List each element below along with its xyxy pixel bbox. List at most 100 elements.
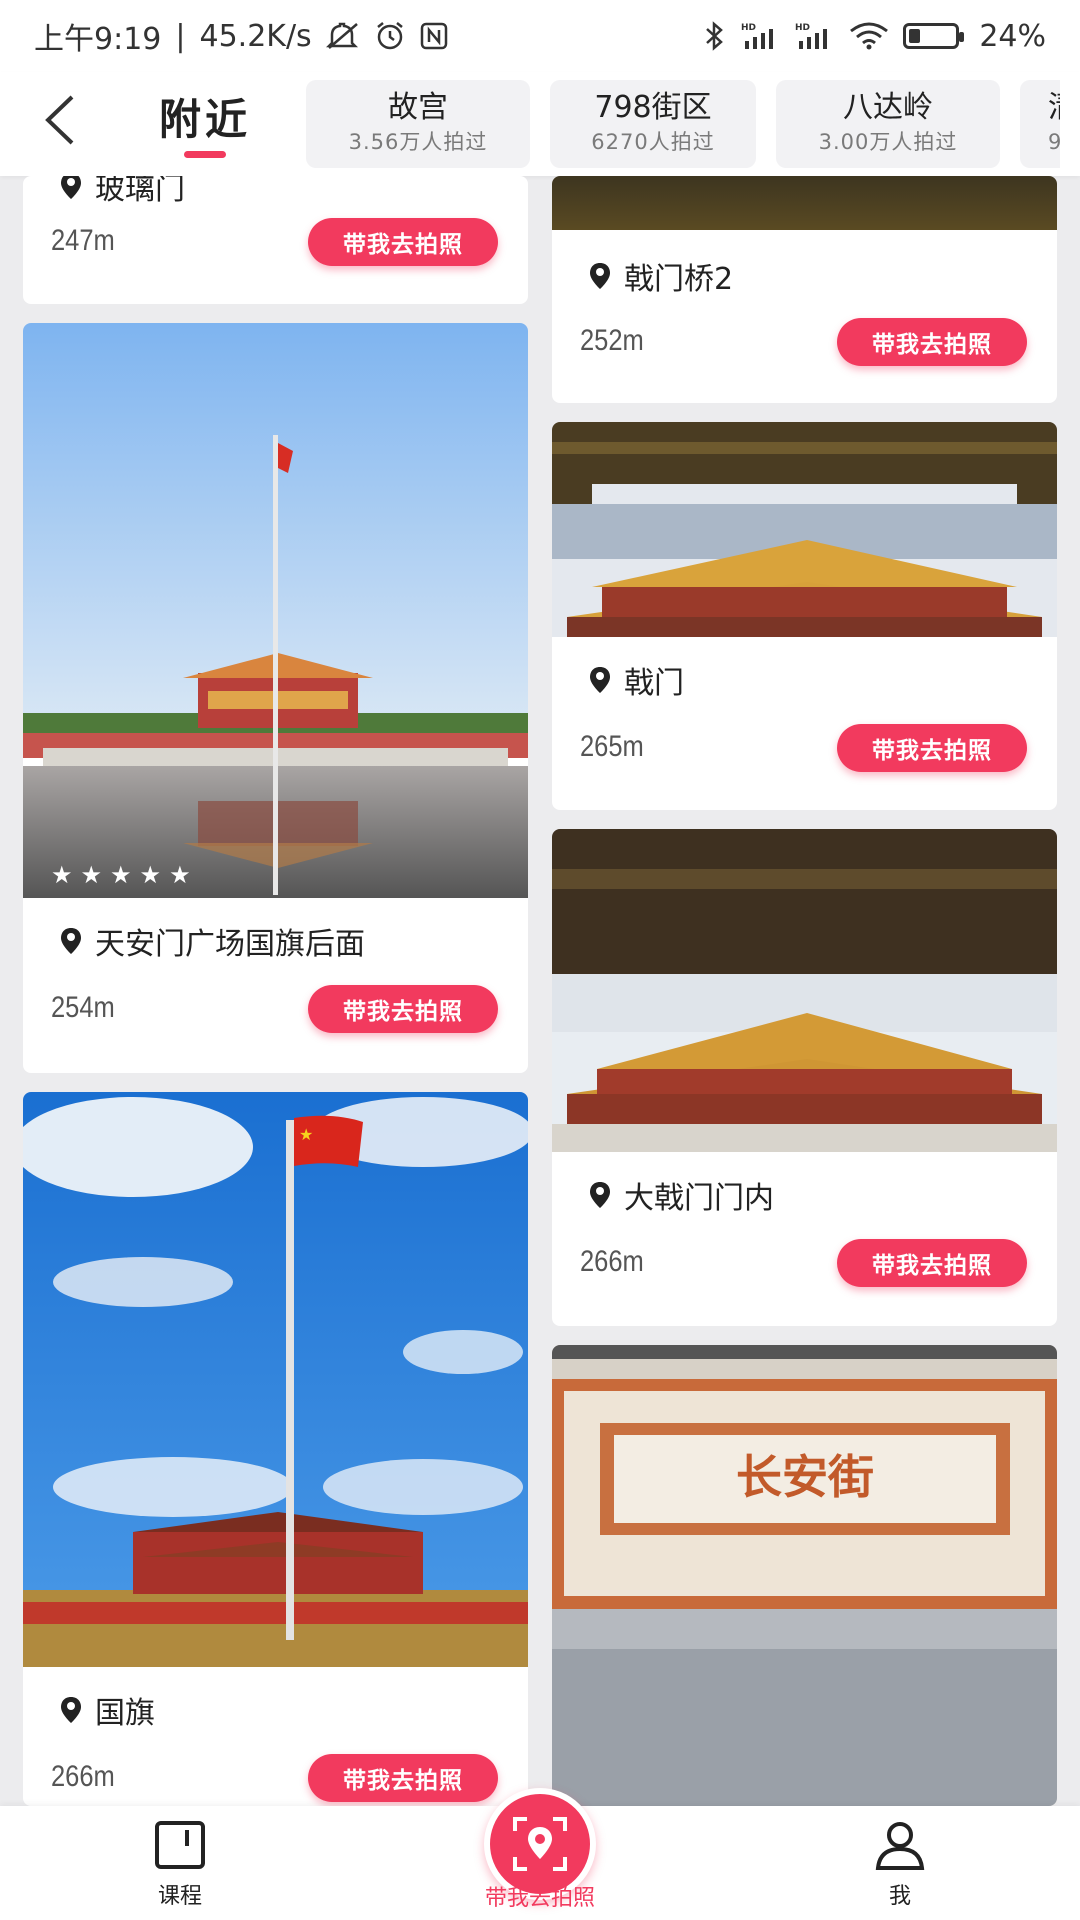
page-title: 附近: [158, 95, 251, 144]
page-title-tab[interactable]: 附近: [150, 86, 260, 166]
location-pin-icon: [590, 667, 610, 693]
spot-card-right-4[interactable]: 长安街: [552, 1345, 1057, 1806]
nfc-icon: [420, 22, 448, 50]
location-row: 戟门桥2: [588, 254, 733, 298]
status-divider: |: [175, 18, 186, 54]
location-row: 大戟门门内: [588, 1173, 774, 1217]
location-pin-icon: [590, 1182, 610, 1208]
spot-photo: 长安街: [552, 1345, 1057, 1806]
spot-card-right-2[interactable]: 戟门 265m 带我去拍照: [552, 422, 1057, 810]
spot-photo: [552, 422, 1057, 637]
chip-count: 3.56万人拍过: [348, 130, 488, 154]
alarm-icon: [374, 21, 406, 51]
signal-hd-1-icon: HD: [741, 21, 781, 51]
nav-shoot-label: 带我去拍照: [484, 1886, 595, 1911]
spot-card-left-3[interactable]: ★ 国旗 266m 带我去拍照: [23, 1092, 528, 1806]
national-flag-photo-image: ★: [23, 1092, 528, 1667]
chip-name: 清: [1048, 88, 1060, 128]
svg-text:HD: HD: [795, 23, 810, 33]
battery-icon: [903, 23, 965, 49]
location-pin-icon: [61, 1697, 81, 1723]
location-name: 戟门桥2: [624, 262, 734, 297]
location-pin-icon: [61, 928, 81, 954]
location-name: 国旗: [95, 1696, 155, 1731]
title-underline: [184, 151, 226, 158]
location-row: 国旗: [59, 1688, 155, 1732]
spot-photo: ★: [23, 1092, 528, 1667]
svg-text:HD: HD: [741, 23, 756, 33]
location-pin-icon: [590, 263, 610, 289]
location-name: 天安门广场国旗后面: [95, 927, 365, 962]
chip-badaling[interactable]: 八达岭 3.00万人拍过: [776, 80, 1000, 168]
star-icon: ★: [110, 861, 132, 889]
spot-photo: [552, 176, 1057, 230]
svg-text:★: ★: [299, 1125, 313, 1144]
chip-partial[interactable]: 清 9: [1020, 80, 1060, 168]
status-bar: 上午9:19 | 45.2K/s HD HD 24%: [0, 0, 1080, 72]
distance: 266m: [580, 1245, 644, 1278]
distance: 252m: [580, 324, 644, 357]
changan-street-sign-photo-image: 长安街: [552, 1345, 1057, 1806]
chip-count: 3.00万人拍过: [818, 130, 958, 154]
star-icon: ★: [51, 861, 73, 889]
location-name: 大戟门门内: [624, 1181, 774, 1216]
nav-courses[interactable]: 课程: [110, 1820, 250, 1910]
landmark-chip-list: 故宫 3.56万人拍过 798街区 6270人拍过 八达岭 3.00万人拍过 清…: [306, 72, 1060, 176]
take-me-shoot-button[interactable]: 带我去拍照: [308, 218, 498, 266]
location-name: 玻璃门: [95, 176, 185, 207]
take-me-shoot-button[interactable]: 带我去拍照: [837, 724, 1027, 772]
take-me-shoot-button[interactable]: 带我去拍照: [837, 318, 1027, 366]
chip-count: 6270人拍过: [591, 130, 715, 154]
bluetooth-icon: [703, 20, 727, 52]
distance: 254m: [51, 991, 115, 1024]
take-me-shoot-button[interactable]: 带我去拍照: [837, 1239, 1027, 1287]
sign-text: 长安街: [736, 1450, 874, 1504]
location-row: 戟门: [588, 658, 684, 702]
location-name: 戟门: [624, 666, 684, 701]
status-right: HD HD 24%: [703, 19, 1046, 54]
spot-card-right-1[interactable]: 戟门桥2 252m 带我去拍照: [552, 176, 1057, 403]
location-pin-icon: [61, 176, 81, 199]
rating-stars: ★ ★ ★ ★ ★: [51, 861, 191, 889]
signal-hd-2-icon: HD: [795, 21, 835, 51]
spot-photo: [23, 323, 528, 898]
back-arrow-icon: [45, 95, 74, 145]
take-me-shoot-button[interactable]: 带我去拍照: [308, 1754, 498, 1802]
camera-location-icon: [513, 1817, 567, 1871]
chip-798[interactable]: 798街区 6270人拍过: [550, 80, 756, 168]
chip-name: 八达岭: [843, 90, 933, 125]
chip-gugong[interactable]: 故宫 3.56万人拍过: [306, 80, 530, 168]
distance: 266m: [51, 1760, 115, 1793]
back-button[interactable]: [30, 90, 90, 150]
spot-photo: [552, 829, 1057, 1152]
courses-book-icon: [155, 1821, 205, 1869]
wifi-icon: [849, 21, 889, 51]
chip-count: 9: [1048, 130, 1060, 154]
distance: 265m: [580, 730, 644, 763]
top-header: 附近 故宫 3.56万人拍过 798街区 6270人拍过 八达岭 3.00万人拍…: [0, 72, 1080, 176]
ji-gate-photo-image: [552, 422, 1057, 637]
spot-card-right-3[interactable]: 大戟门门内 266m 带我去拍照: [552, 829, 1057, 1326]
status-network-speed: 45.2K/s: [199, 18, 312, 54]
star-icon: ★: [139, 861, 162, 889]
status-left: 上午9:19 | 45.2K/s: [34, 14, 448, 58]
spot-card-left-1[interactable]: 玻璃门 247m 带我去拍照: [23, 176, 528, 304]
star-icon: ★: [80, 861, 103, 889]
take-me-shoot-button[interactable]: 带我去拍照: [308, 985, 498, 1033]
chip-name: 798街区: [594, 90, 712, 125]
status-time: 上午9:19: [34, 22, 162, 57]
battery-fill: [909, 29, 921, 43]
nav-me[interactable]: 我: [830, 1820, 970, 1910]
profile-person-icon: [875, 1822, 925, 1870]
chip-name: 故宫: [388, 90, 448, 125]
location-row: 玻璃门: [59, 176, 185, 208]
nav-courses-label: 课程: [157, 1884, 202, 1909]
distance: 247m: [51, 224, 115, 257]
battery-percent: 24%: [979, 18, 1046, 54]
star-icon: ★: [169, 861, 191, 889]
nav-me-label: 我: [888, 1884, 911, 1909]
mute-icon: [325, 21, 360, 51]
tiananmen-photo-image: [23, 323, 528, 898]
spot-card-left-2[interactable]: ★ ★ ★ ★ ★ 天安门广场国旗后面 254m 带我去拍照: [23, 323, 528, 1073]
location-row: 天安门广场国旗后面: [59, 919, 365, 963]
